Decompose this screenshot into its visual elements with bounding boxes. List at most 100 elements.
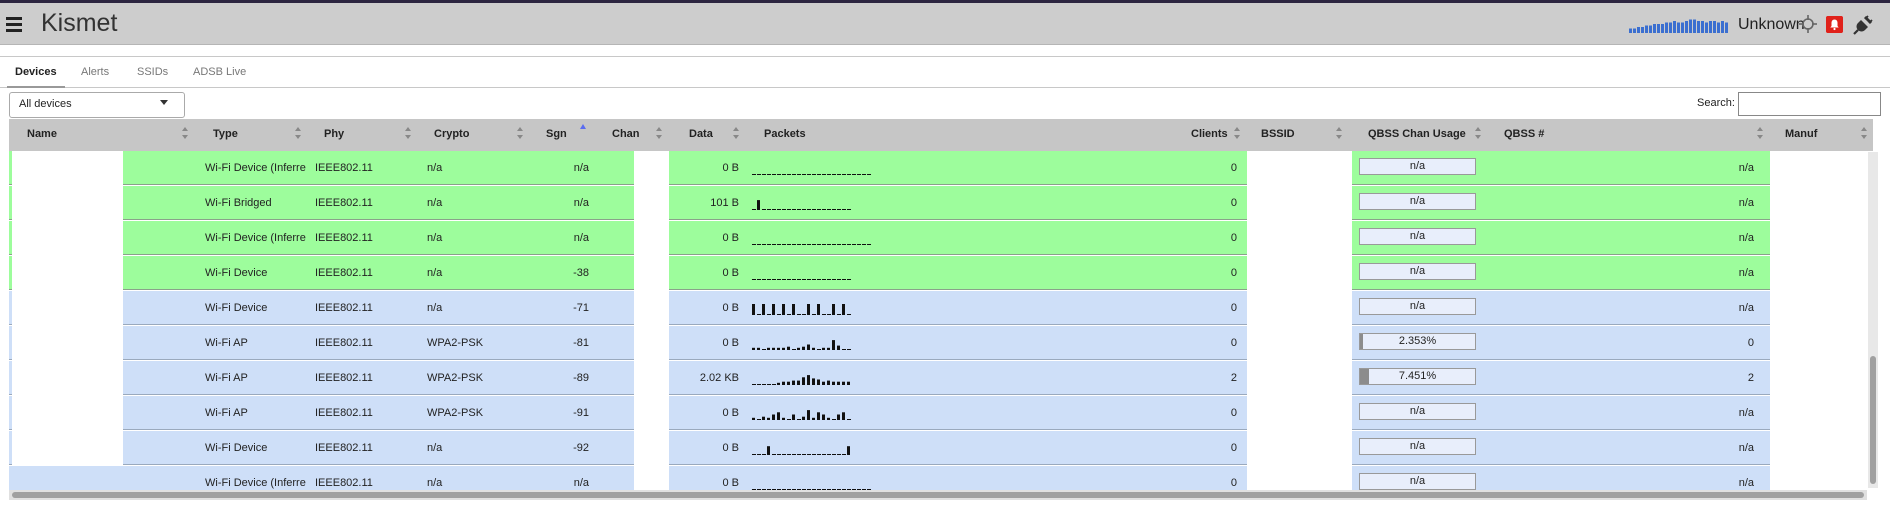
qbss-usage-bar: n/a — [1359, 298, 1476, 315]
packet-bar — [767, 279, 771, 280]
sort-icon[interactable] — [516, 126, 524, 140]
scrollbar-thumb[interactable] — [12, 492, 1864, 498]
chan-cell — [634, 151, 669, 185]
packet-bar — [837, 174, 841, 175]
horizontal-scrollbar[interactable] — [9, 490, 1867, 500]
packet-bar — [802, 416, 805, 420]
device-row[interactable]: Wi-Fi Bridged IEEE802.11 n/a n/a 101 B 0 n/a n/… — [9, 186, 1867, 220]
column-header-clients[interactable]: Clients — [1191, 128, 1228, 140]
column-header-name[interactable]: Name — [27, 128, 57, 140]
bssid-cell — [1247, 326, 1352, 360]
sort-icon[interactable] — [294, 126, 302, 140]
device-row[interactable]: Wi-Fi Device (Inferre IEEE802.11 n/a n/a 0 B… — [9, 151, 1867, 185]
bell-icon[interactable] — [1826, 16, 1843, 33]
column-header-packets[interactable]: Packets — [764, 128, 806, 140]
packet-bar — [772, 209, 776, 210]
packet-bar — [787, 244, 791, 245]
tab-adsb-live[interactable]: ADSB Live — [193, 66, 246, 78]
tab-devices[interactable]: Devices — [15, 66, 57, 78]
column-header-qbss-num[interactable]: QBSS # — [1504, 128, 1544, 140]
packets-sparkline — [752, 340, 851, 350]
crosshair-icon[interactable] — [1799, 15, 1817, 33]
sort-icon[interactable] — [1860, 126, 1868, 140]
qbss-usage-bar: n/a — [1359, 263, 1476, 280]
chan-cell — [634, 256, 669, 290]
sort-icon[interactable] — [1335, 126, 1343, 140]
packet-bar — [802, 454, 806, 455]
qbss-usage-bar: 7.451% — [1359, 368, 1476, 385]
column-header-bssid[interactable]: BSSID — [1261, 128, 1295, 140]
tab-bar: Devices Alerts SSIDs ADSB Live — [0, 58, 1890, 88]
packet-bar — [847, 419, 851, 420]
packet-bar — [752, 384, 756, 385]
signal-history-graph[interactable] — [1629, 19, 1728, 33]
packet-bar — [822, 209, 826, 210]
packet-bar — [787, 314, 791, 315]
clients-cell: 0 — [1230, 442, 1237, 454]
plug-icon[interactable] — [1853, 14, 1874, 35]
column-header-type[interactable]: Type — [213, 128, 238, 140]
column-header-phy[interactable]: Phy — [324, 128, 344, 140]
sort-icon[interactable] — [1474, 126, 1482, 140]
device-row[interactable]: Wi-Fi AP IEEE802.11 WPA2-PSK -81 0 B 0 0 2.353% — [9, 326, 1867, 360]
tab-ssids[interactable]: SSIDs — [137, 66, 168, 78]
sort-icon[interactable] — [404, 126, 412, 140]
column-header-sgn[interactable]: Sgn — [546, 128, 567, 140]
device-row[interactable]: Wi-Fi Device (Inferre IEEE802.11 n/a n/a 0 B… — [9, 221, 1867, 255]
packet-bar — [792, 454, 796, 455]
sort-icon[interactable] — [1756, 126, 1764, 140]
column-header-chan[interactable]: Chan — [612, 128, 640, 140]
sgn-cell: n/a — [573, 232, 589, 244]
qbss-usage-text: n/a — [1409, 160, 1426, 172]
device-row[interactable]: Wi-Fi AP IEEE802.11 WPA2-PSK -91 0 B 0 n/a n/a — [9, 396, 1867, 430]
sort-icon[interactable] — [732, 126, 740, 140]
packet-bar — [807, 174, 811, 175]
packet-bar — [752, 279, 756, 280]
sort-ascending-icon[interactable] — [579, 123, 587, 137]
qbss-num-cell: n/a — [1738, 477, 1754, 489]
crypto-cell: WPA2-PSK — [427, 407, 484, 419]
type-cell: Wi-Fi AP — [205, 372, 248, 384]
manuf-cell — [1770, 431, 1867, 465]
signal-history-bar — [1673, 21, 1676, 33]
packet-bar — [762, 174, 766, 175]
vertical-scrollbar[interactable] — [1868, 152, 1878, 488]
packet-bar — [772, 384, 776, 385]
device-row[interactable]: Wi-Fi Device IEEE802.11 n/a -92 0 B 0 n/a n/a — [9, 431, 1867, 465]
gps-status-label[interactable]: Unknown — [1738, 16, 1805, 34]
device-row[interactable]: Wi-Fi AP IEEE802.11 WPA2-PSK -89 2.02 KB 2 2 7.… — [9, 361, 1867, 395]
sort-icon[interactable] — [1233, 126, 1241, 140]
sort-icon[interactable] — [181, 126, 189, 140]
type-cell: Wi-Fi Device (Inferre — [205, 477, 306, 489]
tab-alerts[interactable]: Alerts — [81, 66, 109, 78]
search-input[interactable] — [1738, 92, 1881, 116]
signal-history-bar — [1689, 19, 1692, 33]
packet-bar — [777, 347, 780, 350]
device-row[interactable]: Wi-Fi Device IEEE802.11 n/a -38 0 B 0 n/a n/a — [9, 256, 1867, 290]
column-header-data[interactable]: Data — [689, 128, 713, 140]
device-filter-select[interactable]: All devices — [9, 92, 185, 118]
device-row[interactable]: Wi-Fi Device IEEE802.11 n/a -71 0 B 0 n/a n/a — [9, 291, 1867, 325]
column-header-crypto[interactable]: Crypto — [434, 128, 469, 140]
column-header-manuf[interactable]: Manuf — [1785, 128, 1817, 140]
packets-sparkline — [752, 279, 851, 280]
search-label: Search: — [1697, 97, 1735, 109]
hamburger-icon[interactable] — [6, 17, 22, 32]
packet-bar — [762, 209, 766, 210]
packet-bar — [812, 454, 816, 455]
column-header-qbss-chan-usage[interactable]: QBSS Chan Usage — [1368, 128, 1466, 140]
packet-bar — [757, 314, 761, 315]
packet-bar — [807, 244, 811, 245]
scrollbar-thumb[interactable] — [1870, 356, 1876, 484]
packet-bar — [842, 454, 846, 455]
packets-sparkline — [752, 410, 851, 420]
packet-bar — [777, 244, 781, 245]
sort-icon[interactable] — [655, 126, 663, 140]
qbss-usage-bar: n/a — [1359, 193, 1476, 210]
packet-bar — [772, 304, 775, 315]
qbss-num-cell: n/a — [1738, 162, 1754, 174]
packet-bar — [832, 279, 836, 280]
sgn-cell: -81 — [573, 337, 589, 349]
qbss-usage-bar: n/a — [1359, 403, 1476, 420]
packet-bar — [817, 244, 821, 245]
